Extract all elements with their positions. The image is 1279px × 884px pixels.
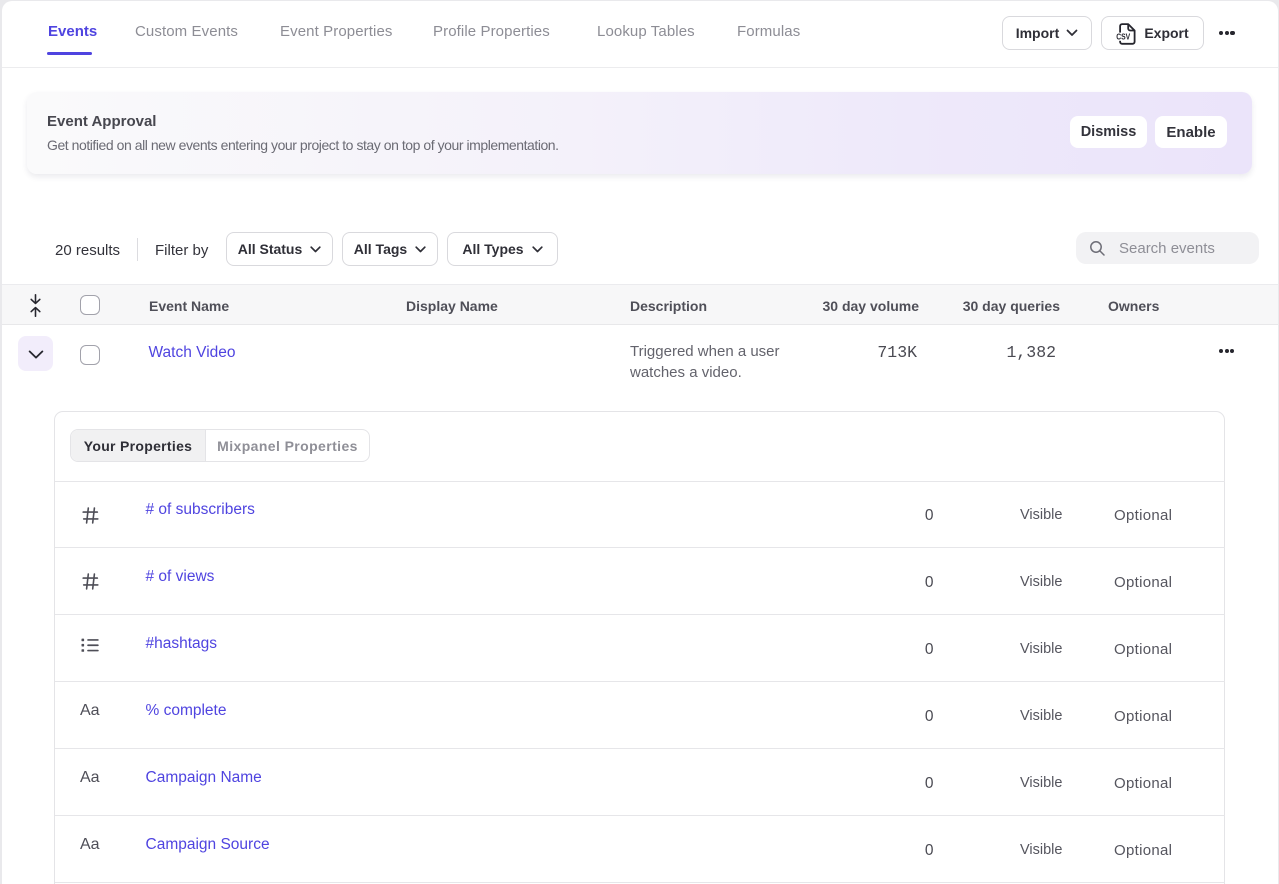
svg-text:CSV: CSV: [1117, 32, 1132, 41]
